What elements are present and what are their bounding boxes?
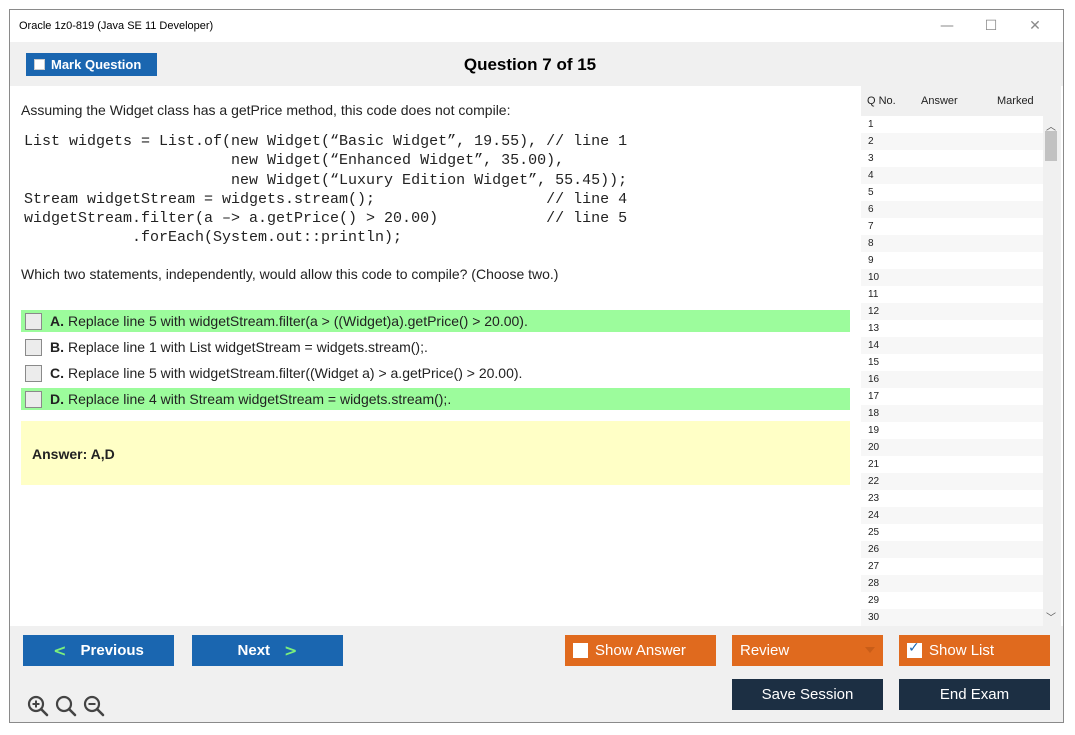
question-list-row[interactable]: 10 <box>861 269 1043 286</box>
question-list-row[interactable]: 2 <box>861 133 1043 150</box>
mark-question-button[interactable]: Mark Question <box>26 53 157 76</box>
option-a[interactable]: A. Replace line 5 with widgetStream.filt… <box>21 310 850 332</box>
end-exam-button[interactable]: End Exam <box>899 679 1050 710</box>
option-text: Replace line 5 with widgetStream.filter(… <box>68 365 523 381</box>
option-c[interactable]: C. Replace line 5 with widgetStream.filt… <box>21 362 850 384</box>
option-c-checkbox[interactable] <box>25 364 42 382</box>
option-letter: D. <box>50 391 64 407</box>
question-list-row[interactable]: 26 <box>861 541 1043 558</box>
mark-question-checkbox[interactable] <box>34 59 45 70</box>
question-list-rows: 1 2 3 4 5 6 7 8 9 10 11 12 13 14 15 16 17 18 19 20 21 22 23 24 2… <box>861 116 1043 626</box>
chevron-left-icon: < <box>53 641 67 660</box>
code-block: List widgets = List.of(new Widget(“Basic… <box>24 132 627 248</box>
question-list-row[interactable]: 6 <box>861 201 1043 218</box>
code-line: Stream widgetStream = widgets.stream(); … <box>24 190 628 208</box>
question-list-row[interactable]: 12 <box>861 303 1043 320</box>
zoom-out-icon[interactable] <box>82 694 106 718</box>
question-list-row[interactable]: 8 <box>861 235 1043 252</box>
close-button[interactable]: ✕ <box>1013 14 1057 38</box>
previous-label: Previous <box>80 642 144 659</box>
question-list-header: Q No. Answer Marked <box>861 86 1061 116</box>
question-list-row[interactable]: 17 <box>861 388 1043 405</box>
save-session-button[interactable]: Save Session <box>732 679 883 710</box>
option-d[interactable]: D. Replace line 4 with Stream widgetStre… <box>21 388 850 410</box>
answer-column-header[interactable]: Answer <box>921 95 958 107</box>
question-header: Mark Question Question 7 of 15 <box>10 42 1063 86</box>
question-list-panel: Q No. Answer Marked 1 2 3 4 5 6 7 8 9 10 11 12 13 14 1… <box>861 86 1061 626</box>
question-list-row[interactable]: 19 <box>861 422 1043 439</box>
option-text: Replace line 4 with Stream widgetStream … <box>68 391 452 407</box>
show-answer-label: Show Answer <box>595 642 686 659</box>
question-list-row[interactable]: 23 <box>861 490 1043 507</box>
question-list-row[interactable]: 24 <box>861 507 1043 524</box>
marked-column-header[interactable]: Marked <box>997 95 1034 107</box>
question-list-row[interactable]: 16 <box>861 371 1043 388</box>
scroll-down-icon[interactable]: ﹀ <box>1043 609 1059 624</box>
show-list-button[interactable]: Show List <box>899 635 1050 666</box>
next-label: Next <box>237 642 271 659</box>
show-list-checkbox[interactable] <box>907 640 922 658</box>
code-line: List widgets = List.of(new Widget(“Basic… <box>24 133 628 150</box>
zoom-in-icon[interactable] <box>26 694 50 718</box>
code-line: new Widget(“Enhanced Widget”, 35.00), <box>24 152 565 170</box>
maximize-button[interactable]: ☐ <box>969 14 1013 38</box>
question-list-row[interactable]: 28 <box>861 575 1043 592</box>
question-list-row[interactable]: 21 <box>861 456 1043 473</box>
option-letter: B. <box>50 339 64 355</box>
chevron-right-icon: > <box>284 641 298 660</box>
review-dropdown[interactable]: Review <box>732 635 883 666</box>
question-list-row[interactable]: 13 <box>861 320 1043 337</box>
question-prompt: Assuming the Widget class has a getPrice… <box>21 102 511 118</box>
option-letter: C. <box>50 365 64 381</box>
question-list-row[interactable]: 14 <box>861 337 1043 354</box>
question-list-row[interactable]: 22 <box>861 473 1043 490</box>
next-button[interactable]: Next > <box>192 635 343 666</box>
question-instruction: Which two statements, independently, wou… <box>21 266 559 282</box>
question-list-row[interactable]: 5 <box>861 184 1043 201</box>
question-list-row[interactable]: 7 <box>861 218 1043 235</box>
mark-question-label: Mark Question <box>51 57 142 72</box>
show-answer-checkbox[interactable] <box>573 643 588 658</box>
question-list-row[interactable]: 4 <box>861 167 1043 184</box>
question-list-row[interactable]: 11 <box>861 286 1043 303</box>
question-list-row[interactable]: 15 <box>861 354 1043 371</box>
footer-bar: < Previous Next > Show Answer Review Sho… <box>10 626 1063 722</box>
code-line: new Widget(“Luxury Edition Widget”, 55.4… <box>24 171 628 189</box>
question-list-row[interactable]: 18 <box>861 405 1043 422</box>
question-list-row[interactable]: 1 <box>861 116 1043 133</box>
scrollbar-thumb[interactable] <box>1045 131 1057 161</box>
option-text: Replace line 1 with List widgetStream = … <box>68 339 428 355</box>
question-list-row[interactable]: 9 <box>861 252 1043 269</box>
option-b[interactable]: B. Replace line 1 with List widgetStream… <box>21 336 850 358</box>
title-bar: Oracle 1z0-819 (Java SE 11 Developer) — … <box>10 10 1063 42</box>
review-label: Review <box>740 642 790 659</box>
show-list-label: Show List <box>929 642 995 659</box>
question-content: Assuming the Widget class has a getPrice… <box>10 86 858 626</box>
question-list-row[interactable]: 3 <box>861 150 1043 167</box>
option-d-checkbox[interactable] <box>25 390 42 408</box>
dropdown-arrow-icon <box>865 647 875 653</box>
question-title: Question 7 of 15 <box>463 55 597 74</box>
qno-column-header[interactable]: Q No. <box>867 95 896 107</box>
answer-panel: Answer: A,D <box>21 421 850 485</box>
previous-button[interactable]: < Previous <box>23 635 174 666</box>
option-a-checkbox[interactable] <box>25 312 42 330</box>
option-letter: A. <box>50 313 64 329</box>
code-line: .forEach(System.out::println); <box>24 229 403 247</box>
option-text: Replace line 5 with widgetStream.filter(… <box>68 313 528 329</box>
question-list-row[interactable]: 27 <box>861 558 1043 575</box>
question-list-row[interactable]: 25 <box>861 524 1043 541</box>
show-answer-button[interactable]: Show Answer <box>565 635 716 666</box>
zoom-reset-icon[interactable] <box>54 694 78 718</box>
question-list-row[interactable]: 30 <box>861 609 1043 626</box>
question-list-row[interactable]: 20 <box>861 439 1043 456</box>
option-b-checkbox[interactable] <box>25 338 42 356</box>
window-title: Oracle 1z0-819 (Java SE 11 Developer) <box>19 20 214 32</box>
question-list-scrollbar[interactable]: ︿ ﹀ <box>1043 116 1059 626</box>
answer-text: Answer: A,D <box>32 446 115 462</box>
code-line: widgetStream.filter(a –> a.getPrice() > … <box>24 210 628 228</box>
exam-window: Oracle 1z0-819 (Java SE 11 Developer) — … <box>9 9 1064 723</box>
minimize-button[interactable]: — <box>925 14 969 38</box>
question-list-row[interactable]: 29 <box>861 592 1043 609</box>
